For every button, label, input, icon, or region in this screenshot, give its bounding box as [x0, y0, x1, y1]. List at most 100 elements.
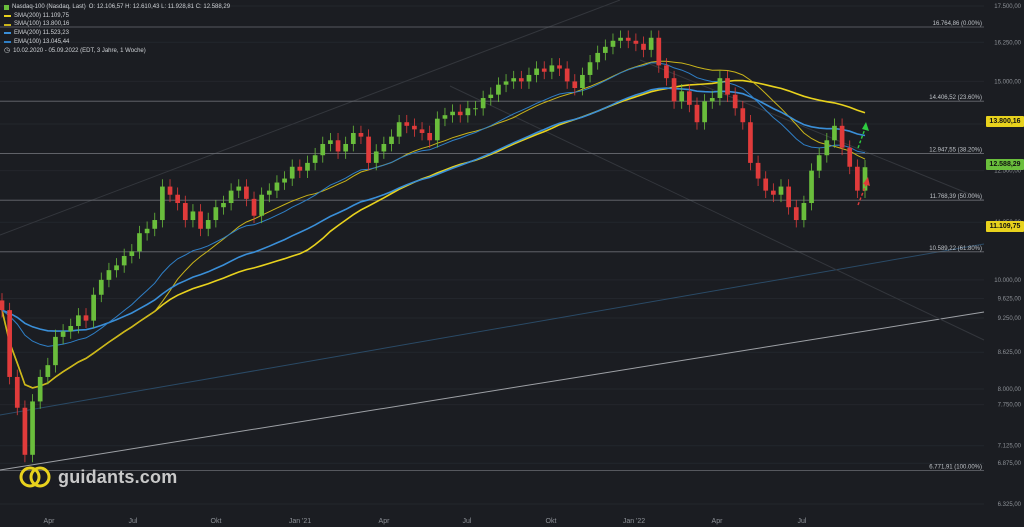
- guidants-logo-icon: [19, 466, 51, 488]
- candle-body: [282, 178, 287, 183]
- candle-body: [793, 207, 799, 221]
- candle-body: [847, 147, 853, 167]
- candle-body: [824, 140, 830, 156]
- y-axis: 17.500,0016.250,0015.000,0013.750,0012.5…: [994, 4, 1021, 508]
- candle-body: [182, 203, 188, 221]
- candle-body: [595, 52, 601, 63]
- candle-body: [602, 46, 608, 53]
- candle-body: [580, 74, 585, 89]
- candle-body: [76, 315, 81, 326]
- candle-body: [717, 78, 723, 99]
- candle-body: [557, 65, 562, 69]
- fib-label: 12.947,55 (38.20%): [929, 147, 982, 153]
- price-badge-sma200: 11.109,75: [986, 221, 1024, 232]
- moving-average-line: [1, 79, 866, 389]
- candle-body: [289, 166, 295, 179]
- legend-range-row: ◷ 10.02.2020 - 05.09.2022 (EDT, 3 Jahre, …: [4, 47, 230, 56]
- x-axis: Apr Jul Okt Jan '21 Apr Jul Okt Jan '22 Apr Jul: [44, 518, 807, 525]
- y-tick-label: 16.250,00: [994, 40, 1021, 46]
- candle-body: [855, 166, 860, 191]
- candle-body: [534, 68, 539, 75]
- candle-body: [167, 186, 173, 195]
- watermark: guidants.com: [18, 464, 177, 490]
- candle-body: [7, 310, 12, 377]
- candle-body: [297, 166, 303, 171]
- candle-body: [801, 203, 807, 221]
- candle-body: [22, 407, 28, 455]
- candle-body: [83, 315, 89, 321]
- candle-body: [648, 37, 654, 50]
- candle-body: [694, 104, 700, 123]
- candle-body: [832, 125, 837, 141]
- candle-body: [114, 265, 119, 271]
- ema100-swatch-icon: [4, 41, 11, 44]
- legend-range: 10.02.2020 - 05.09.2022 (EDT, 3 Jahre, 1…: [13, 47, 146, 54]
- x-tick-label: Jul: [798, 518, 807, 525]
- legend-label: EMA(100) 13.045,44: [14, 38, 70, 45]
- candle-body: [511, 78, 517, 82]
- candle-body: [45, 365, 51, 377]
- candle-body: [106, 270, 112, 280]
- candle-body: [740, 108, 746, 123]
- candle-body: [404, 122, 410, 126]
- candle-body: [442, 115, 448, 119]
- candle-body: [656, 37, 662, 66]
- x-tick-label: Jul: [463, 518, 472, 525]
- legend-item[interactable]: SMA(200) 11.109,75: [4, 12, 230, 21]
- candle-body: [175, 194, 181, 204]
- fib-label: 6.771,91 (100.00%): [929, 465, 982, 471]
- legend-item[interactable]: EMA(100) 13.045,44: [4, 38, 230, 47]
- up-arrowhead-icon: [862, 122, 869, 131]
- candle-body: [786, 186, 791, 208]
- candle-body: [503, 81, 509, 85]
- legend-ohlc: O: 12.106,57 H: 12.610,43 L: 11.928,81 C…: [88, 4, 231, 10]
- candle-body: [160, 186, 165, 221]
- ema200-swatch-icon: [4, 32, 11, 35]
- y-tick-label: 8.000,00: [998, 387, 1022, 393]
- candle-body: [641, 43, 646, 50]
- y-tick-label: 15.000,00: [994, 79, 1021, 85]
- y-tick-label: 7.125,00: [998, 444, 1022, 450]
- candle-body: [763, 178, 769, 191]
- candle-body: [633, 40, 639, 44]
- candle-body: [480, 98, 486, 109]
- price-badge-last: 12.588,29: [986, 159, 1024, 170]
- x-tick-label: Jan '22: [623, 518, 645, 525]
- candle-body: [305, 162, 310, 171]
- legend-label: SMA(200) 11.109,75: [14, 12, 69, 19]
- legend-item[interactable]: EMA(200) 11.523,23: [4, 29, 230, 38]
- candle-body: [373, 151, 379, 163]
- candle-body: [725, 78, 730, 95]
- candle-body: [221, 203, 226, 208]
- candle-body: [320, 143, 326, 156]
- candle-body: [526, 74, 532, 82]
- candle-body: [60, 331, 66, 337]
- candle-body: [412, 125, 417, 130]
- price-chart[interactable]: 16.764,86 (0.00%) 14.406,52 (23.60%) 12.94…: [0, 0, 1024, 527]
- candle-body: [251, 198, 257, 216]
- x-tick-label: Apr: [44, 518, 56, 525]
- candle-body: [335, 140, 341, 152]
- candle-body: [671, 78, 677, 102]
- trend-line: [0, 311, 985, 471]
- legend-title-row: Nasdaq-100 (Nasdaq, Last) O: 12.106,57 H…: [4, 3, 230, 12]
- candle-body: [328, 140, 333, 144]
- candle-body: [53, 336, 58, 366]
- candle-body: [679, 91, 685, 102]
- grid-lines: [0, 5, 984, 505]
- fib-label: 16.764,86 (0.00%): [933, 21, 982, 27]
- candle-body: [709, 98, 715, 102]
- candle-body: [572, 81, 578, 89]
- candle-body: [434, 118, 440, 141]
- x-tick-label: Jul: [129, 518, 138, 525]
- sma100-swatch-icon: [4, 23, 11, 26]
- x-tick-label: Jan '21: [289, 518, 311, 525]
- candle-body: [396, 122, 402, 137]
- candle-body: [259, 194, 265, 216]
- candle-body: [389, 136, 394, 144]
- candle-body: [610, 40, 616, 47]
- candle-body: [496, 84, 501, 95]
- candle-body: [618, 37, 623, 41]
- legend-item[interactable]: SMA(100) 13.800,16: [4, 20, 230, 29]
- price-badge-sma100: 13.800,16: [986, 116, 1024, 127]
